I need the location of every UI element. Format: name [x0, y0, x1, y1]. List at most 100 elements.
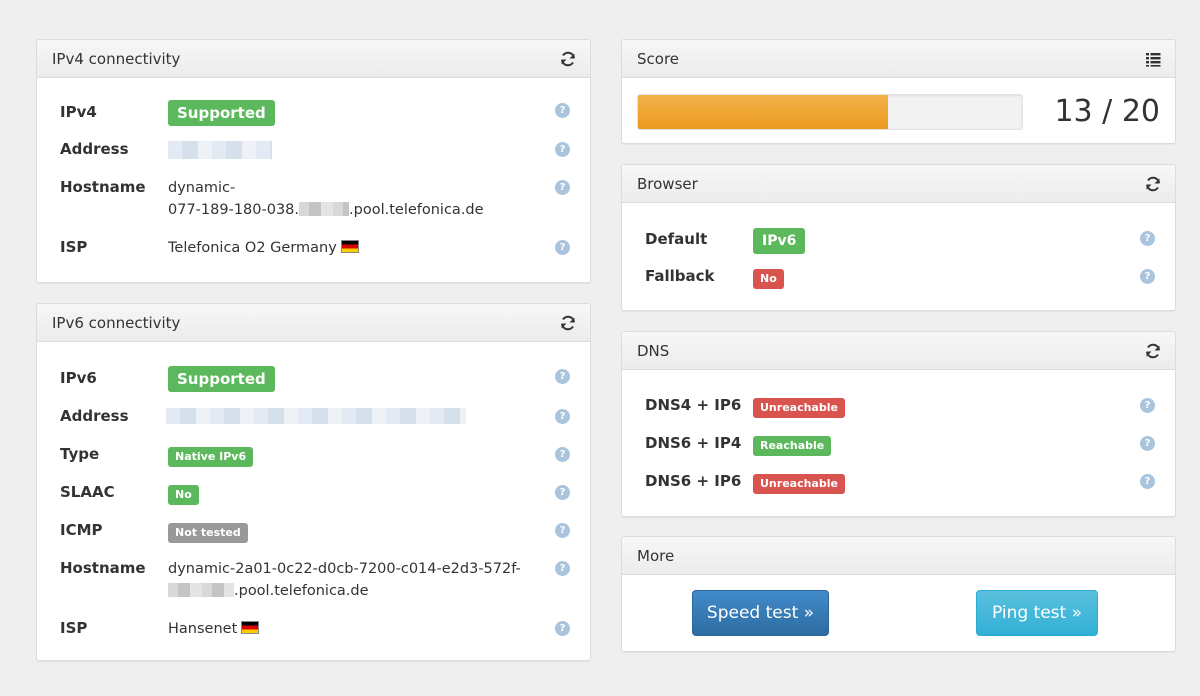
german-flag-icon: [340, 240, 359, 253]
ipv4-row-address: Address ?: [60, 140, 570, 164]
ipv6-row-address: Address ?: [60, 407, 570, 431]
row-label: ICMP: [60, 521, 103, 539]
score-value: 13 / 20: [1054, 94, 1160, 129]
dns-panel-header: DNS: [622, 332, 1175, 370]
speed-test-button[interactable]: Speed test »: [692, 590, 829, 636]
row-label: Type: [60, 445, 100, 463]
hostname-prefix: 077-189-180-038.: [168, 202, 300, 218]
help-icon[interactable]: ?: [555, 447, 570, 462]
hostname-line2: 077-189-180-038. .pool.telefonica.de: [168, 199, 484, 221]
browser-row-default: Default IPv6 ?: [645, 228, 1155, 255]
help-icon[interactable]: ?: [555, 103, 570, 118]
status-badge: Supported: [168, 100, 275, 126]
help-icon[interactable]: ?: [1140, 436, 1155, 451]
row-label: Hostname: [60, 178, 146, 196]
browser-panel: Browser Default IPv6 ? Fallback No ?: [621, 164, 1176, 311]
score-panel: Score 13 / 20: [621, 39, 1176, 144]
row-label: ISP: [60, 619, 88, 637]
ping-test-button[interactable]: Ping test »: [976, 590, 1098, 636]
redacted-hostname: [299, 202, 350, 216]
ipv6-row-slaac: SLAAC No ?: [60, 483, 570, 507]
row-label: Default: [645, 230, 708, 248]
fallback-badge: No: [753, 269, 784, 289]
help-icon[interactable]: ?: [555, 485, 570, 500]
ipv4-panel-header: IPv4 connectivity: [37, 40, 590, 78]
more-panel-title: More: [637, 547, 675, 565]
redacted-address: [166, 407, 466, 424]
score-panel-header: Score: [622, 40, 1175, 78]
isp-value: Hansenet: [168, 618, 260, 640]
address-value: [168, 138, 272, 160]
dns-row-dns6-ip4: DNS6 + IP4 Reachable ?: [645, 434, 1155, 458]
row-label: Address: [60, 140, 129, 158]
help-icon[interactable]: ?: [555, 369, 570, 384]
help-icon[interactable]: ?: [555, 180, 570, 195]
score-panel-title: Score: [637, 50, 680, 68]
ipv4-row-hostname: Hostname dynamic- 077-189-180-038. .pool.…: [60, 178, 570, 226]
row-label: Fallback: [645, 267, 715, 285]
help-icon[interactable]: ?: [1140, 231, 1155, 246]
icmp-badge: Not tested: [168, 523, 248, 543]
score-progress-fill: [638, 95, 888, 129]
browser-panel-header: Browser: [622, 165, 1175, 203]
browser-panel-title: Browser: [637, 175, 698, 193]
slaac-badge: No: [168, 485, 199, 505]
help-icon[interactable]: ?: [555, 523, 570, 538]
ipv4-row-isp: ISP Telefonica O2 Germany ?: [60, 238, 570, 262]
row-value: IPv6: [753, 228, 806, 254]
refresh-icon[interactable]: [1144, 342, 1162, 360]
help-icon[interactable]: ?: [555, 240, 570, 255]
redacted-address: [168, 140, 272, 159]
row-value: Reachable: [753, 433, 832, 456]
row-label: ISP: [60, 238, 88, 256]
dns-row-dns4-ip6: DNS4 + IP6 Unreachable ?: [645, 396, 1155, 420]
row-value: Supported: [168, 100, 275, 126]
hostname-value: dynamic-2a01-0c22-d0cb-7200-c014-e2d3-57…: [168, 558, 521, 602]
help-icon[interactable]: ?: [1140, 269, 1155, 284]
help-icon[interactable]: ?: [1140, 398, 1155, 413]
ipv6-row-type: Type Native IPv6 ?: [60, 445, 570, 469]
row-value: Unreachable: [753, 471, 845, 494]
ipv4-row-ipv4: IPv4 Supported ?: [60, 100, 570, 127]
refresh-icon[interactable]: [559, 314, 577, 332]
row-value: Not tested: [168, 520, 248, 543]
row-label: DNS4 + IP6: [645, 396, 742, 414]
redacted-hostname: [168, 583, 234, 597]
row-label: IPv4: [60, 103, 97, 121]
type-badge: Native IPv6: [168, 447, 254, 467]
row-label: Address: [60, 407, 129, 425]
default-badge: IPv6: [753, 228, 806, 254]
row-label: Hostname: [60, 559, 146, 577]
isp-value: Telefonica O2 Germany: [168, 237, 359, 259]
refresh-icon[interactable]: [1144, 175, 1162, 193]
dns-row-dns6-ip6: DNS6 + IP6 Unreachable ?: [645, 472, 1155, 496]
help-icon[interactable]: ?: [555, 409, 570, 424]
list-icon[interactable]: [1144, 50, 1162, 68]
browser-row-fallback: Fallback No ?: [645, 267, 1155, 291]
dns-status-badge: Unreachable: [753, 474, 845, 494]
score-progress-bar: [637, 94, 1023, 130]
isp-name: Hansenet: [168, 621, 238, 637]
help-icon[interactable]: ?: [555, 142, 570, 157]
help-icon[interactable]: ?: [555, 621, 570, 636]
help-icon[interactable]: ?: [555, 561, 570, 576]
dns-status-badge: Reachable: [753, 436, 832, 456]
row-value: No: [168, 482, 199, 505]
ipv6-panel: IPv6 connectivity IPv6 Supported ? Addre…: [36, 303, 591, 661]
status-badge: Supported: [168, 366, 275, 392]
ipv4-panel-title: IPv4 connectivity: [52, 50, 181, 68]
hostname-suffix: .pool.telefonica.de: [234, 583, 369, 599]
row-label: IPv6: [60, 369, 97, 387]
row-value: No: [753, 266, 784, 289]
ipv6-row-ipv6: IPv6 Supported ?: [60, 366, 570, 393]
ipv6-row-icmp: ICMP Not tested ?: [60, 521, 570, 545]
help-icon[interactable]: ?: [1140, 474, 1155, 489]
more-panel-header: More: [622, 537, 1175, 575]
ipv6-row-isp: ISP Hansenet ?: [60, 619, 570, 643]
row-label: DNS6 + IP4: [645, 434, 742, 452]
ipv4-panel: IPv4 connectivity IPv4 Supported ? Addre…: [36, 39, 591, 283]
refresh-icon[interactable]: [559, 50, 577, 68]
ipv6-panel-header: IPv6 connectivity: [37, 304, 590, 342]
row-label: DNS6 + IP6: [645, 472, 742, 490]
more-panel: More Speed test » Ping test »: [621, 536, 1176, 652]
